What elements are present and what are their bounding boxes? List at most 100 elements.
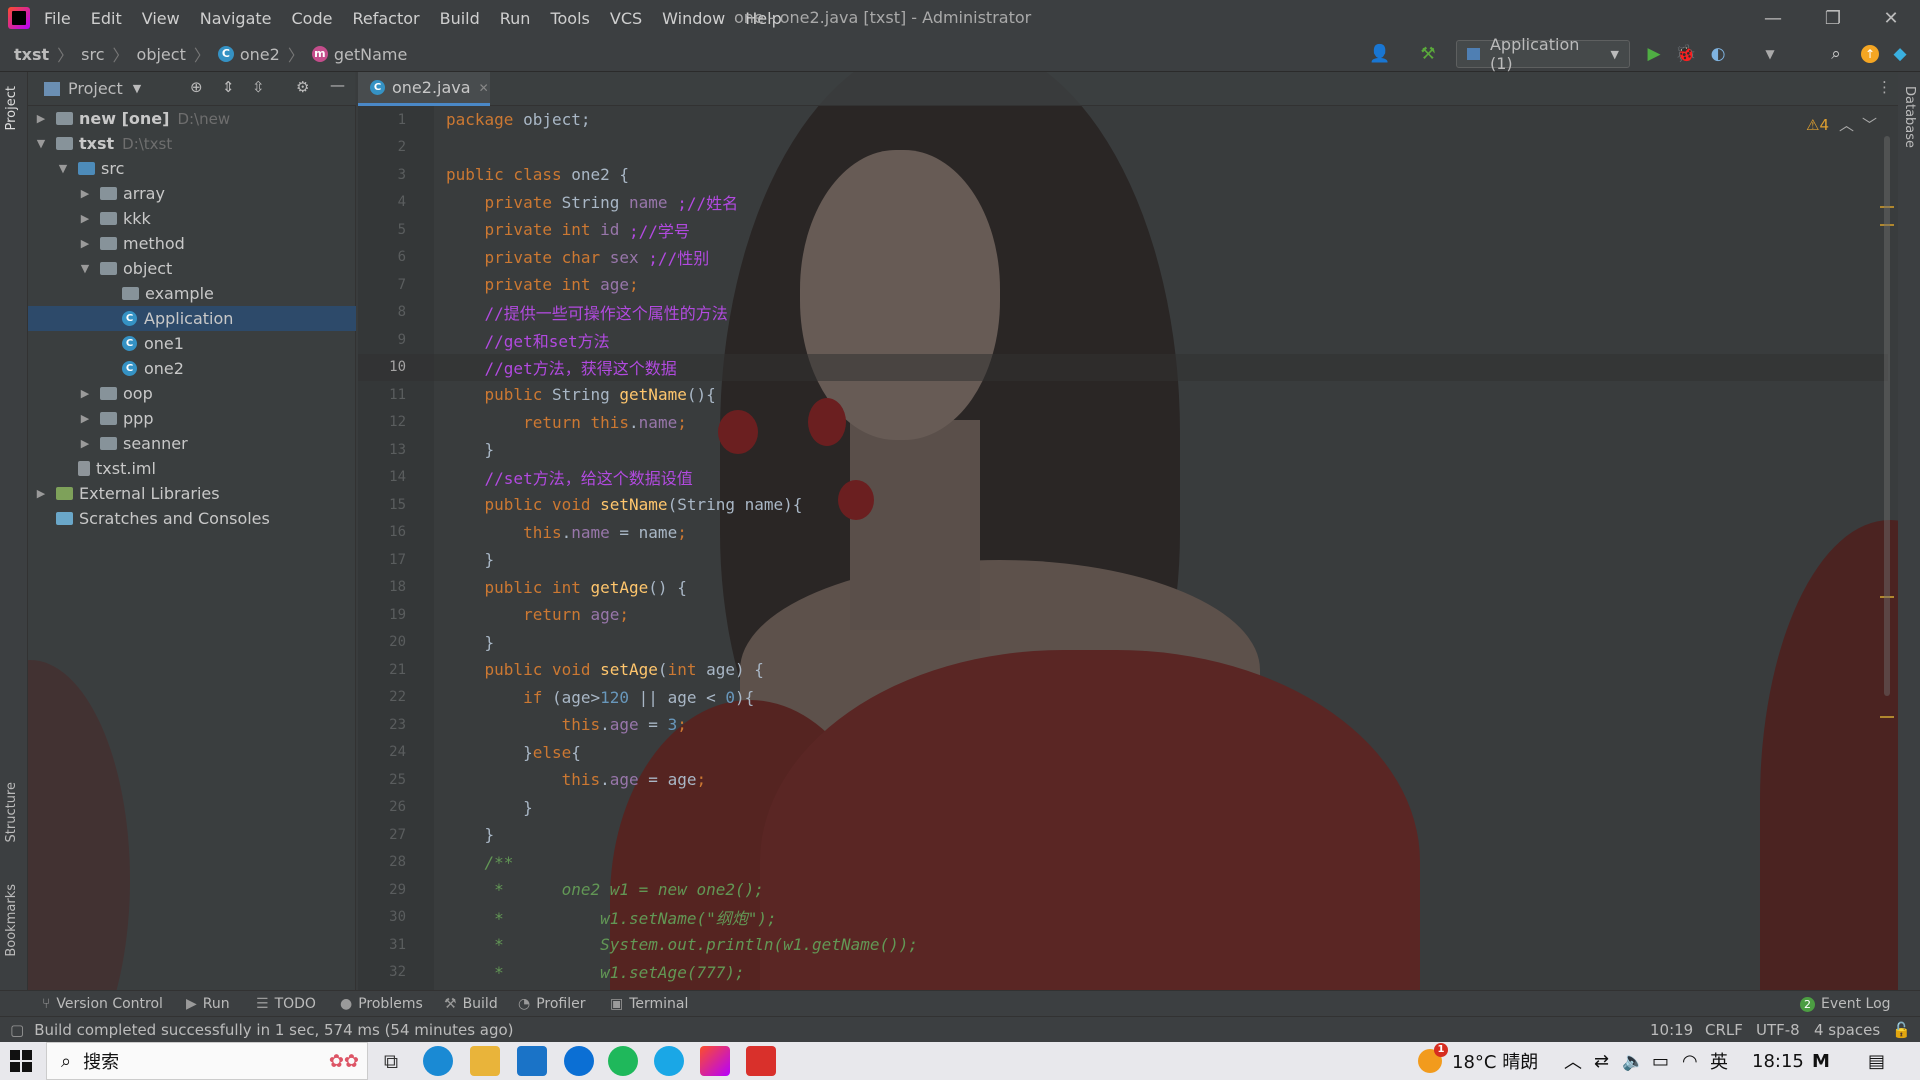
project-panel-title[interactable]: Project [68, 79, 123, 98]
code-line[interactable]: 12 return this. name; [358, 409, 1888, 437]
tree-item[interactable]: ▶ seanner [28, 431, 356, 456]
code-line[interactable]: 6 private char sex ;//性别 [358, 244, 1888, 272]
menu-view[interactable]: View [142, 9, 180, 28]
line-number[interactable]: 11 [358, 387, 406, 403]
restore-icon[interactable]: ❐ [1804, 0, 1862, 36]
close-icon[interactable]: ✕ [1862, 0, 1920, 36]
debug-icon[interactable]: 🐞 [1672, 40, 1700, 68]
line-number[interactable]: 15 [358, 497, 406, 513]
tree-item[interactable]: Scratches and Consoles [28, 506, 356, 531]
jetbrains-toolbox-icon[interactable]: ◆ [1886, 40, 1914, 68]
profiler-tool-button[interactable]: ◔ Profiler [518, 991, 586, 1017]
tree-item[interactable]: txst.iml [28, 456, 356, 481]
line-number[interactable]: 19 [358, 607, 406, 623]
line-number[interactable]: 28 [358, 854, 406, 870]
line-number[interactable]: 24 [358, 744, 406, 760]
tree-item[interactable]: Cone1 [28, 331, 356, 356]
code-line[interactable]: 16 this. name = name; [358, 519, 1888, 547]
taskbar-search[interactable]: ⌕ 搜索 ✿✿ [46, 1042, 368, 1080]
tree-item[interactable]: ▶ new [one] D:\new [28, 106, 356, 131]
inspection-widget[interactable]: ⚠ 4 ︿ ﹀ [1806, 114, 1877, 135]
build-hammer-icon[interactable]: ⚒ [1414, 40, 1442, 68]
code-line[interactable]: 18 public int getAge() { [358, 574, 1888, 602]
editor-error-stripe[interactable] [1880, 106, 1894, 990]
menu-code[interactable]: Code [292, 9, 333, 28]
code-line[interactable]: 10 //get方法，获得这个数据 [358, 353, 1888, 381]
intellij-taskbar-icon[interactable] [700, 1046, 730, 1076]
chevron-down-icon[interactable]: ▼ [56, 162, 70, 175]
line-number[interactable]: 1 [358, 112, 406, 128]
code-line[interactable]: 15 public void setName (String name){ [358, 491, 1888, 519]
battery-icon[interactable]: ▭ [1652, 1042, 1669, 1080]
edge-browser-icon[interactable] [423, 1046, 453, 1076]
editor-scrollbar-thumb[interactable] [1884, 136, 1890, 696]
chevron-right-icon[interactable]: ▶ [78, 212, 92, 225]
close-tab-icon[interactable]: ✕ [479, 81, 489, 95]
breadcrumb-src[interactable]: src [81, 45, 104, 64]
file-explorer-icon[interactable] [470, 1046, 500, 1076]
gear-icon[interactable]: ⚙ [296, 78, 309, 96]
menu-file[interactable]: File [44, 9, 71, 28]
wechat-icon[interactable] [608, 1046, 638, 1076]
line-number[interactable]: 12 [358, 414, 406, 430]
menu-run[interactable]: Run [500, 9, 531, 28]
line-number[interactable]: 13 [358, 442, 406, 458]
coverage-icon[interactable]: ◐ [1704, 40, 1732, 68]
windows-start-icon[interactable] [10, 1050, 32, 1072]
breadcrumb-project[interactable]: txst [14, 45, 49, 64]
search-icon[interactable]: ⌕ [1822, 40, 1850, 68]
caret-position[interactable]: 10:19 [1650, 1021, 1693, 1039]
line-separator[interactable]: CRLF [1705, 1021, 1743, 1039]
line-number[interactable]: 32 [358, 964, 406, 980]
bookmarks-tool-button[interactable]: Bookmarks [4, 884, 19, 957]
tab-one2-java[interactable]: C one2.java ✕ [358, 72, 490, 106]
line-number[interactable]: 18 [358, 579, 406, 595]
wps-icon[interactable] [746, 1046, 776, 1076]
code-line[interactable]: 4 private String name ;//姓名 [358, 189, 1888, 217]
line-number[interactable]: 30 [358, 909, 406, 925]
line-number[interactable]: 26 [358, 799, 406, 815]
tree-item[interactable]: ▶ array [28, 181, 356, 206]
lock-icon[interactable]: 🔓 [1892, 1021, 1911, 1039]
update-icon[interactable]: ↑ [1856, 40, 1884, 68]
line-number[interactable]: 27 [358, 827, 406, 843]
line-number[interactable]: 10 [358, 359, 406, 375]
code-line[interactable]: 22 if (age> 120 || age < 0){ [358, 684, 1888, 712]
show-hidden-icons[interactable]: ︿ [1564, 1042, 1582, 1080]
task-view-icon[interactable]: ⧉ [376, 1046, 406, 1076]
tree-item[interactable]: ▶ oop [28, 381, 356, 406]
code-line[interactable]: 19 return age; [358, 601, 1888, 629]
breadcrumb-class[interactable]: one2 [240, 45, 280, 64]
more-tabs-icon[interactable]: ⋮ [1877, 78, 1892, 96]
line-number[interactable]: 21 [358, 662, 406, 678]
tree-item[interactable]: ▶ method [28, 231, 356, 256]
chevron-right-icon[interactable]: ▶ [78, 187, 92, 200]
line-number[interactable]: 7 [358, 277, 406, 293]
code-line[interactable]: 32 * w1.setAge(777); [358, 959, 1888, 987]
hide-panel-icon[interactable]: — [330, 76, 345, 94]
more-run-chevron-icon[interactable]: ▼ [1756, 40, 1784, 68]
locate-file-icon[interactable]: ⊕ [190, 78, 203, 96]
structure-tool-button[interactable]: Structure [4, 782, 19, 842]
code-line[interactable]: 27 } [358, 821, 1888, 849]
code-line[interactable]: 7 private int age; [358, 271, 1888, 299]
line-number[interactable]: 31 [358, 937, 406, 953]
volume-icon[interactable]: 🔈 [1622, 1042, 1644, 1080]
terminal-tool-button[interactable]: ▣ Terminal [610, 991, 688, 1017]
wifi-icon[interactable]: ◠ [1682, 1042, 1698, 1080]
line-number[interactable]: 22 [358, 689, 406, 705]
line-number[interactable]: 14 [358, 469, 406, 485]
code-line[interactable]: 14 //set方法，给这个数据设值 [358, 464, 1888, 492]
code-line[interactable]: 2 [358, 134, 1888, 162]
input-method-indicator[interactable]: 英 [1710, 1042, 1728, 1080]
chevron-right-icon[interactable]: ▶ [34, 112, 48, 125]
user-icon[interactable]: 👤 [1366, 40, 1394, 68]
code-line[interactable]: 28 /** [358, 849, 1888, 877]
tree-item[interactable]: C Application [28, 306, 356, 331]
line-number[interactable]: 23 [358, 717, 406, 733]
line-number[interactable]: 20 [358, 634, 406, 650]
chat-app-icon[interactable] [654, 1046, 684, 1076]
network-switch-icon[interactable]: ⇄ [1594, 1042, 1609, 1080]
chevron-down-icon[interactable]: ▼ [34, 137, 48, 150]
minimize-icon[interactable]: — [1744, 0, 1802, 36]
